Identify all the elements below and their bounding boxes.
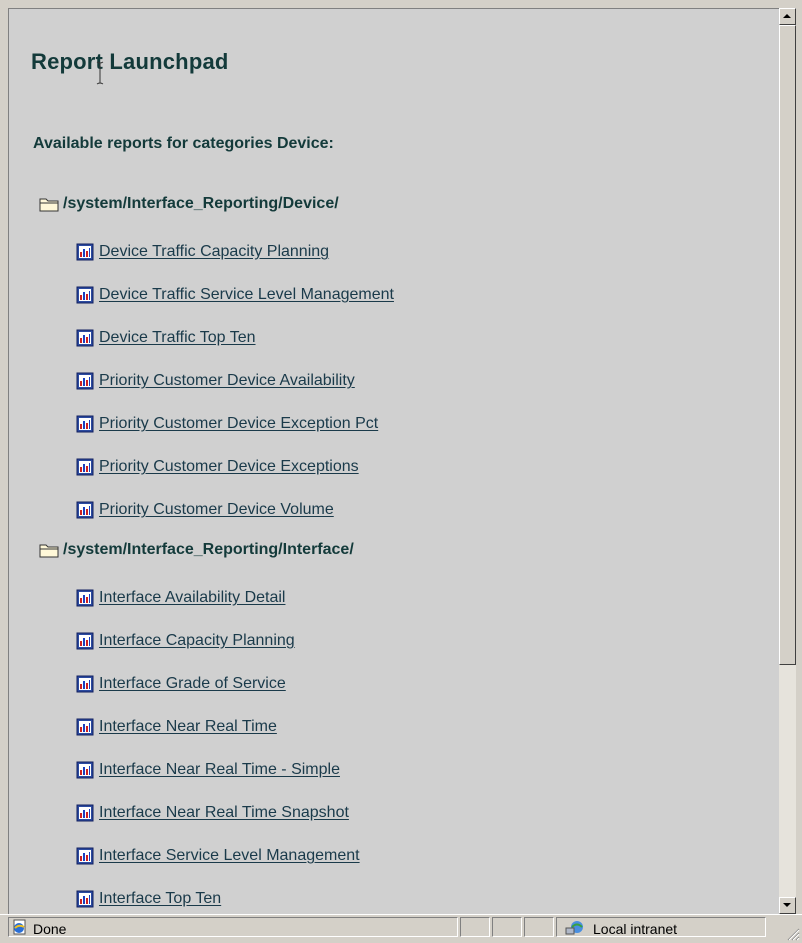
resize-grip-icon[interactable] [786, 927, 800, 941]
text-cursor-icon [96, 61, 104, 85]
report-chart-icon[interactable] [75, 371, 95, 391]
intranet-globe-icon [565, 921, 583, 935]
report-link[interactable]: Device Traffic Service Level Management [99, 286, 394, 304]
report-list-item: Interface Near Real Time [75, 715, 277, 739]
status-main-panel: Done [8, 917, 458, 937]
report-chart-icon[interactable] [75, 674, 95, 694]
report-list-item: Priority Customer Device Availability [75, 369, 355, 393]
report-list-item: Interface Capacity Planning [75, 629, 295, 653]
status-zone-panel: Local intranet [556, 917, 766, 937]
scrollbar-thumb[interactable] [779, 25, 796, 665]
status-bar: Done Local intranet [0, 914, 802, 943]
vertical-scrollbar[interactable] [779, 8, 796, 914]
report-chart-icon[interactable] [75, 803, 95, 823]
report-list-item: Priority Customer Device Volume [75, 498, 334, 522]
report-list-item: Device Traffic Capacity Planning [75, 240, 329, 264]
report-list-item: Device Traffic Service Level Management [75, 283, 394, 307]
page-title: Report Launchpad [31, 49, 229, 74]
report-chart-icon[interactable] [75, 588, 95, 608]
report-link[interactable]: Device Traffic Capacity Planning [99, 243, 329, 261]
status-panel-empty-1 [460, 917, 490, 937]
report-chart-icon[interactable] [75, 846, 95, 866]
report-list-item: Device Traffic Top Ten [75, 326, 256, 350]
report-list-item: Interface Availability Detail [75, 586, 285, 610]
report-link[interactable]: Priority Customer Device Volume [99, 501, 334, 519]
arrow-down-icon [783, 903, 791, 907]
report-chart-icon[interactable] [75, 328, 95, 348]
report-list-item: Interface Service Level Management [75, 844, 360, 868]
report-chart-icon[interactable] [75, 242, 95, 262]
report-link[interactable]: Priority Customer Device Exception Pct [99, 415, 378, 433]
status-panel-empty-3 [524, 917, 554, 937]
report-link[interactable]: Interface Top Ten [99, 890, 221, 908]
report-chart-icon[interactable] [75, 717, 95, 737]
zone-text: Local intranet [593, 921, 678, 937]
report-chart-icon[interactable] [75, 414, 95, 434]
folder-row: /system/Interface_Reporting/Device/ [39, 193, 339, 215]
report-link[interactable]: Interface Near Real Time Snapshot [99, 804, 349, 822]
report-link[interactable]: Interface Near Real Time [99, 718, 277, 736]
report-list-item: Interface Near Real Time Snapshot [75, 801, 349, 825]
folder-path: /system/Interface_Reporting/Device/ [63, 195, 339, 212]
folder-icon [39, 542, 59, 558]
report-chart-icon[interactable] [75, 457, 95, 477]
folder-row: /system/Interface_Reporting/Interface/ [39, 539, 354, 561]
report-chart-icon[interactable] [75, 631, 95, 651]
scroll-down-button[interactable] [779, 897, 796, 914]
report-link[interactable]: Interface Near Real Time - Simple [99, 761, 340, 779]
arrow-up-icon [783, 14, 791, 18]
browser-window: Report Launchpad Available reports for c… [0, 0, 802, 943]
folder-path: /system/Interface_Reporting/Interface/ [63, 541, 354, 558]
status-text: Done [33, 921, 67, 937]
report-link[interactable]: Priority Customer Device Exceptions [99, 458, 359, 476]
report-list-item: Interface Near Real Time - Simple [75, 758, 340, 782]
status-panel-empty-2 [492, 917, 522, 937]
report-link[interactable]: Interface Service Level Management [99, 847, 360, 865]
report-chart-icon[interactable] [75, 500, 95, 520]
report-link[interactable]: Interface Grade of Service [99, 675, 286, 693]
report-link[interactable]: Interface Availability Detail [99, 589, 285, 607]
ie-page-icon [13, 919, 26, 935]
report-chart-icon[interactable] [75, 889, 95, 909]
category-subheading: Available reports for categories Device: [33, 135, 334, 152]
report-list-item: Priority Customer Device Exception Pct [75, 412, 378, 436]
report-list-item: Priority Customer Device Exceptions [75, 455, 359, 479]
scroll-up-button[interactable] [779, 8, 796, 25]
page-viewport: Report Launchpad Available reports for c… [8, 8, 779, 915]
report-link[interactable]: Device Traffic Top Ten [99, 329, 256, 347]
report-list-item: Interface Grade of Service [75, 672, 286, 696]
report-chart-icon[interactable] [75, 285, 95, 305]
folder-icon [39, 196, 59, 212]
report-link[interactable]: Priority Customer Device Availability [99, 372, 355, 390]
report-chart-icon[interactable] [75, 760, 95, 780]
report-link[interactable]: Interface Capacity Planning [99, 632, 295, 650]
report-list-item: Interface Top Ten [75, 887, 221, 911]
